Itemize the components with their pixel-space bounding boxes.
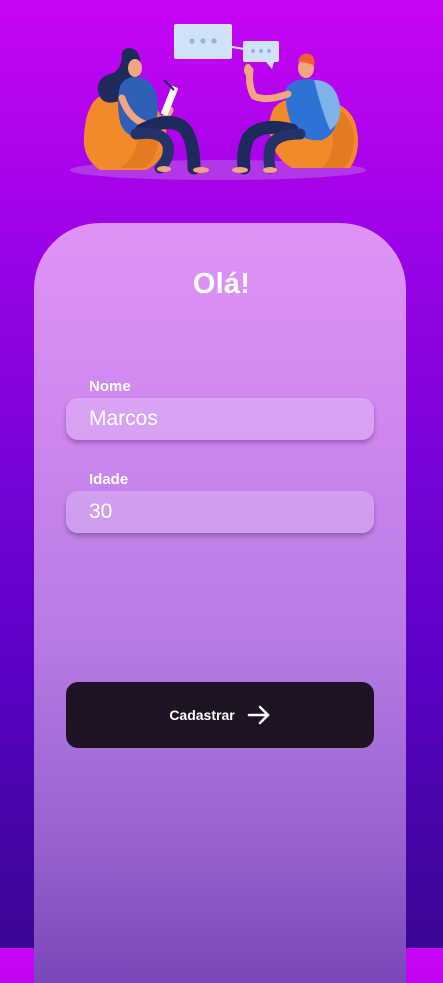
arrow-right-icon bbox=[247, 705, 271, 725]
name-field[interactable]: Marcos bbox=[66, 398, 374, 440]
name-label: Nome bbox=[89, 378, 131, 395]
age-label: Idade bbox=[89, 471, 129, 488]
chatting-illustration bbox=[60, 18, 380, 188]
two-people-chatting-icon bbox=[70, 24, 366, 180]
submit-button-label: Cadastrar bbox=[169, 707, 235, 723]
age-field[interactable]: 30 bbox=[66, 491, 374, 533]
age-value: 30 bbox=[89, 500, 113, 523]
form-card bbox=[34, 223, 406, 983]
name-value: Marcos bbox=[89, 407, 158, 430]
submit-button[interactable]: Cadastrar bbox=[66, 682, 374, 748]
page-title: Olá! bbox=[192, 268, 251, 300]
